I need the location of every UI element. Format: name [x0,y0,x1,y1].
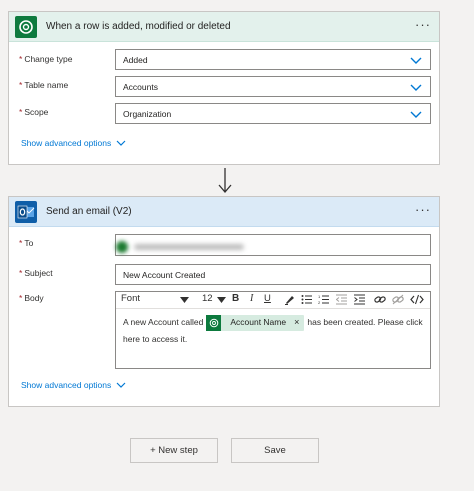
advanced-label: Show advanced options [21,138,112,148]
table-name-value: Accounts [123,82,158,92]
indent-icon[interactable] [354,294,365,305]
recipient-redacted [134,244,244,250]
subject-label: * Subject [19,268,53,278]
dataverse-icon [15,15,37,38]
trigger-more-icon[interactable]: ··· [415,18,431,31]
rich-text-toolbar: Font 12 B I U 12 [116,292,430,309]
body-editor[interactable]: Font 12 B I U 12 A new Account called Acc… [115,291,431,369]
svg-text:2: 2 [318,300,321,305]
account-name-token[interactable]: Account Name × [206,314,305,331]
subject-input[interactable]: New Account Created [115,264,431,285]
chevron-down-icon [116,382,126,388]
highlight-pen-icon[interactable] [284,294,295,305]
trigger-title: When a row is added, modified or deleted [46,21,231,32]
trigger-card: When a row is added, modified or deleted… [8,11,440,165]
trigger-show-advanced-link[interactable]: Show advanced options [21,138,126,148]
token-label: Account Name [230,317,287,328]
action-header[interactable]: Send an email (V2) ··· [9,197,439,227]
new-step-label: + New step [150,445,198,456]
advanced-label: Show advanced options [21,380,112,390]
underline-icon[interactable]: U [264,293,271,304]
outlook-icon [15,200,37,223]
down-arrow-icon [218,168,232,193]
bullet-list-icon[interactable] [301,294,312,305]
svg-text:1: 1 [318,294,321,299]
trigger-header[interactable]: When a row is added, modified or deleted… [9,12,439,42]
scope-value: Organization [123,109,172,119]
body-text-before: A new Account called [123,317,204,327]
font-size-select[interactable]: 12 [202,293,213,304]
subject-value: New Account Created [123,270,206,280]
numbered-list-icon[interactable]: 12 [318,294,329,305]
font-select[interactable]: Font [121,293,140,304]
change-type-value: Added [123,55,148,65]
italic-icon[interactable]: I [250,293,253,304]
chevron-down-icon [116,140,126,146]
body-label: * Body [19,293,44,303]
chevron-down-icon [410,57,422,64]
code-view-icon[interactable] [410,294,424,305]
token-remove-icon[interactable]: × [294,314,299,331]
action-card: Send an email (V2) ··· * To * Subject New … [8,196,440,407]
new-step-button[interactable]: + New step [130,438,218,463]
unlink-icon[interactable] [392,294,404,305]
outdent-icon[interactable] [336,294,347,305]
action-show-advanced-link[interactable]: Show advanced options [21,380,126,390]
change-type-label: * Change type [19,54,73,64]
recipient-avatar [116,241,128,253]
action-title: Send an email (V2) [46,206,132,217]
scope-select[interactable]: Organization [115,103,431,124]
link-icon[interactable] [374,294,386,305]
scope-label: * Scope [19,107,49,117]
to-label: * To [19,238,34,248]
caret-down-icon [180,297,189,303]
table-name-label: * Table name [19,80,69,90]
chevron-down-icon [410,111,422,118]
dataverse-icon [206,314,222,331]
chevron-down-icon [410,84,422,91]
caret-down-icon [217,297,226,303]
table-name-select[interactable]: Accounts [115,76,431,97]
save-button[interactable]: Save [231,438,319,463]
change-type-select[interactable]: Added [115,49,431,70]
action-more-icon[interactable]: ··· [415,203,431,216]
bold-icon[interactable]: B [232,293,239,304]
save-label: Save [264,445,286,456]
body-content[interactable]: A new Account called Account Name × has bee… [123,314,424,348]
